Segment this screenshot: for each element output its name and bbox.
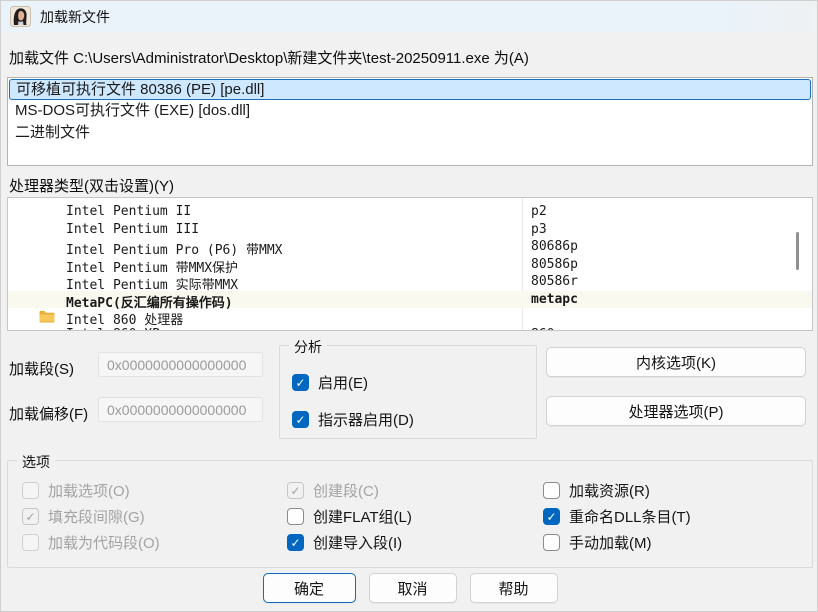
checkbox-label: 创建导入段(I) [313,532,402,553]
side-buttons: 内核选项(K) 处理器选项(P) [546,347,806,426]
processor-item[interactable]: Intel Pentium 带MMX保护80586p [8,256,812,274]
footer-buttons: 确定取消帮助 [1,573,818,603]
processor-item[interactable]: Intel 860 处理器 [8,308,812,326]
processor-name: Intel Pentium III [66,222,199,237]
side-option-button[interactable]: 内核选项(K) [546,347,806,377]
processor-item[interactable]: Intel Pentium Pro (P6) 带MMX80686p [8,238,812,256]
processor-type-label: 处理器类型(双击设置)(Y) [9,175,174,196]
file-prompt-label: 加载文件 C:\Users\Administrator\Desktop\新建文件… [9,47,529,68]
checkbox: ✓ [287,482,304,499]
ida-app-icon [10,6,31,27]
analysis-group-title: 分析 [289,337,327,357]
checkbox-item[interactable]: ✓ 重命名DLL条目(T) [543,507,691,526]
load-segment-input [98,352,263,377]
checkbox[interactable]: ✓ [292,411,309,428]
checkbox-label: 加载为代码段(O) [48,532,160,553]
checkbox-item[interactable]: ✓ 启用(E) [292,373,368,392]
dialog-button[interactable]: 帮助 [470,573,558,603]
checkbox-label: 填充段间隙(G) [48,506,145,527]
processor-listbox: Intel Pentium IIp2Intel Pentium IIIp3Int… [7,197,813,331]
checkbox-item[interactable]: 手动加载(M) [543,533,652,552]
processor-id: p2 [531,204,547,219]
options-group-title: 选项 [17,452,55,472]
processor-id: 860xp [531,327,570,332]
analysis-groupbox: 分析 ✓启用(E)✓指示器启用(D) [279,345,537,439]
loader-item[interactable]: MS-DOS可执行文件 (EXE) [dos.dll] [8,100,812,122]
checkbox[interactable] [543,482,560,499]
load-segment-label: 加载段(S) [9,358,74,379]
loader-listbox: 可移植可执行文件 80386 (PE) [pe.dll]MS-DOS可执行文件 … [7,77,813,166]
checkbox-item: 加载选项(O) [22,481,130,500]
checkbox [22,482,39,499]
checkbox-label: 加载资源(R) [569,480,650,501]
checkbox[interactable]: ✓ [292,374,309,391]
checkbox-label: 启用(E) [318,372,368,393]
window-title: 加载新文件 [40,7,110,27]
checkbox-item[interactable]: 加载资源(R) [543,481,650,500]
side-option-button[interactable]: 处理器选项(P) [546,396,806,426]
loader-item[interactable]: 可移植可执行文件 80386 (PE) [pe.dll] [9,79,811,100]
checkbox-label: 创建FLAT组(L) [313,506,412,527]
processor-name: Intel Pentium II [66,204,191,219]
processor-item[interactable]: Intel 860 XP 860xp [8,326,812,332]
checkbox-label: 加载选项(O) [48,480,130,501]
processor-item[interactable]: Intel Pentium III p3 [8,221,812,239]
checkbox-label: 重命名DLL条目(T) [569,506,691,527]
titlebar: 加载新文件 [1,1,818,32]
processor-id: 80586r [531,274,578,289]
load-offset-input [98,397,263,422]
checkbox[interactable] [543,534,560,551]
load-offset-label: 加载偏移(F) [9,403,88,424]
checkbox-label: 指示器启用(D) [318,409,414,430]
checkbox-item[interactable]: ✓ 指示器启用(D) [292,410,414,429]
checkbox-label: 创建段(C) [313,480,379,501]
checkbox-label: 手动加载(M) [569,532,652,553]
loader-item[interactable]: 二进制文件 [8,122,812,144]
checkbox-item: ✓ 填充段间隙(G) [22,507,145,526]
processor-id: 80686p [531,239,578,254]
processor-id: metapc [531,292,578,307]
dialog-button[interactable]: 取消 [369,573,457,603]
checkbox-item[interactable]: 创建FLAT组(L) [287,507,412,526]
options-groupbox: 选项 加载选项(O)✓填充段间隙(G)加载为代码段(O)✓创建段(C)创建FLA… [7,460,813,568]
processor-id: p3 [531,222,547,237]
processor-name: Intel 860 XP [66,327,160,332]
checkbox[interactable]: ✓ [543,508,560,525]
scrollbar-thumb[interactable] [796,232,799,270]
checkbox: ✓ [22,508,39,525]
processor-id: 80586p [531,257,578,272]
checkbox[interactable] [287,508,304,525]
checkbox-item: ✓ 创建段(C) [287,481,379,500]
checkbox [22,534,39,551]
processor-item[interactable]: MetaPC(反汇编所有操作码)metapc [8,291,812,309]
checkbox[interactable]: ✓ [287,534,304,551]
folder-icon [39,310,55,323]
checkbox-item[interactable]: ✓ 创建导入段(I) [287,533,402,552]
checkbox-item: 加载为代码段(O) [22,533,160,552]
load-new-file-dialog: 加载新文件 加载文件 C:\Users\Administrator\Deskto… [0,0,818,612]
processor-item[interactable]: Intel Pentium II p2 [8,203,812,221]
processor-item[interactable]: Intel Pentium 实际带MMX80586r [8,273,812,291]
dialog-button[interactable]: 确定 [263,573,356,603]
